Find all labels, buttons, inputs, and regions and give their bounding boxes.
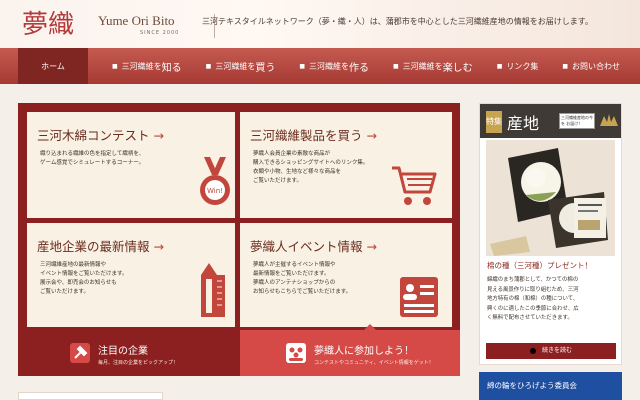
bullet-icon: ■ xyxy=(496,62,503,70)
nav-home[interactable]: ホーム xyxy=(18,48,88,84)
feature-caption-body: 綿織のまち蒲郡として、かつての棉の 見える風景作りに取り組むため、三河 地方特有… xyxy=(487,277,579,321)
people-icon xyxy=(286,343,306,363)
feature-caption-title[interactable]: 棉の種（三河種）プレゼント！ xyxy=(487,260,592,271)
card-title: 夢織人イベント情報 → xyxy=(250,239,377,254)
logo-mark: 夢織人 xyxy=(22,4,90,77)
nav-big: 知る xyxy=(161,62,182,74)
cotton-committee-banner[interactable]: 綿の輪をひろげよう委員会 xyxy=(479,372,622,400)
card-desc: 織り込まれる織維の色を指定して織柄を、 ゲーム感覚でシミュレートするコーナー。 xyxy=(40,151,145,166)
feature-badge: 特集 xyxy=(486,111,502,133)
nav-enjoy[interactable]: ■ 三河織維を 楽しむ xyxy=(381,48,485,84)
feature-heading: 産地 xyxy=(507,114,540,133)
site-tagline: 三河テキスタイルネットワーク（夢・織・人）は、蒲郡市を中心とした三河織維産地の情… xyxy=(202,17,593,26)
card-title: 三河織維製品を買う → xyxy=(250,128,377,143)
btm-sub: 毎月、注目の企業をピックアップ！ xyxy=(98,360,179,366)
card-company-news[interactable]: 産地企業の最新情報 → 三河繊維産地の最新情報や イベント情報をご覧いただけます。… xyxy=(27,223,235,327)
medal-label: Win! xyxy=(207,187,223,195)
feature-header: 特集 産地 三河織維産地の今を お届け！ xyxy=(480,104,621,138)
notch-marker xyxy=(364,324,376,330)
card-desc: 三河繊維産地の最新情報や イベント情報をご覧いただけます。 展示会や、即売会のお… xyxy=(40,262,128,295)
card-cotton-contest[interactable]: 三河木綿コンテスト → 織り込まれる織維の色を指定して織柄を、 ゲーム感覚でシミュ… xyxy=(27,112,235,218)
site-header: 夢織人 Yume Ori Bito SINCE 2000 三河テキスタイルネット… xyxy=(0,0,640,77)
logo-since: SINCE 2000 xyxy=(140,30,180,36)
event-list-icon xyxy=(400,277,438,317)
cart-icon xyxy=(392,166,437,205)
arrow-right-icon: → xyxy=(153,128,164,143)
banner-text: 綿の輪をひろげよう委員会 xyxy=(487,381,577,390)
bullet-icon: ■ xyxy=(562,62,569,70)
btm-title: 注目の企業 xyxy=(98,346,148,357)
btm-sub: コンテストやコミュニティ、イベント情報をゲット！ xyxy=(314,360,434,366)
nav-small: 三河織維を xyxy=(215,61,256,71)
nav-links[interactable]: ■ リンク集 xyxy=(485,48,551,84)
bullet-icon: ■ xyxy=(393,62,399,70)
arrow-right-icon: → xyxy=(366,239,377,254)
nav-buy[interactable]: ■ 三河織維を 買う xyxy=(194,48,288,84)
nav-small: 三河織維を xyxy=(121,61,162,71)
hammer-icon xyxy=(70,343,90,363)
site-logo[interactable]: 夢織人 Yume Ori Bito SINCE 2000 xyxy=(22,4,215,77)
nav-make[interactable]: ■ 三河織維を 作る xyxy=(287,48,381,84)
logo-name: Yume Ori Bito xyxy=(98,13,175,28)
nav-big: リンク集 xyxy=(506,61,539,71)
nav-big: 作る xyxy=(349,62,370,74)
cotton-photo[interactable] xyxy=(486,140,615,256)
sidebar-feature: 特集 産地 三河織維産地の今を お届け！ 棉の種（三河種）プレゼント！ 綿織のま… xyxy=(479,103,622,365)
card-events[interactable]: 夢織人イベント情報 → 夢織人が主催するイベント情報や 最新情報をご覧いただけます… xyxy=(240,223,452,327)
bullet-icon: ■ xyxy=(205,62,212,70)
read-more-button[interactable]: 続きを読む xyxy=(486,343,616,359)
arrow-right-icon: → xyxy=(366,128,377,143)
bullet-icon: ■ xyxy=(112,62,118,70)
nav-small: 三河織維を xyxy=(402,61,443,71)
pencil-ruler-icon xyxy=(201,263,225,317)
feature-panel: 三河木綿コンテスト → 織り込まれる織維の色を指定して織柄を、 ゲーム感覚でシミュ… xyxy=(18,103,460,376)
arrow-right-icon: → xyxy=(153,239,164,254)
nav-know[interactable]: ■ 三河織維を 知る xyxy=(100,48,194,84)
nav-big: 買う xyxy=(255,62,276,74)
card-desc: 夢織人会員企業の素敵な商品が 購入できるショッピングサイトへのリンク集。 衣類や… xyxy=(253,151,369,184)
nav-contact[interactable]: ■ お問い合わせ xyxy=(550,48,632,84)
nav-big: お問い合わせ xyxy=(572,61,621,71)
crest-icon xyxy=(600,114,618,126)
btm-title: 夢織人に参加しよう！ xyxy=(314,346,414,357)
main-nav: ホーム ■ 三河織維を 知る ■ 三河織維を 買う ■ 三河織維を 作る ■ 三… xyxy=(0,48,640,84)
nav-big: 楽しむ xyxy=(442,62,473,74)
content-strip xyxy=(18,392,163,400)
nav-small: 三河織維を xyxy=(309,61,350,71)
featured-companies-link[interactable]: 注目の企業 毎月、注目の企業をピックアップ！ xyxy=(18,330,238,376)
card-buy-products[interactable]: 三河織維製品を買う → 夢織人会員企業の素敵な商品が 購入できるショッピングサイト… xyxy=(240,112,452,218)
bullet-icon xyxy=(529,347,536,354)
join-yumeoribito-link[interactable]: 夢織人に参加しよう！ コンテストやコミュニティ、イベント情報をゲット！ xyxy=(240,324,460,376)
card-title: 三河木綿コンテスト → xyxy=(37,128,164,143)
bullet-icon: ■ xyxy=(299,62,306,70)
card-desc: 夢織人が主催するイベント情報や 最新情報をご覧いただけます。 夢織人のアンテナシ… xyxy=(253,262,352,295)
feature-note: 三河織維産地の今を お届け！ xyxy=(559,113,595,129)
medal-icon: Win! xyxy=(200,157,230,205)
card-title: 産地企業の最新情報 → xyxy=(37,239,164,254)
